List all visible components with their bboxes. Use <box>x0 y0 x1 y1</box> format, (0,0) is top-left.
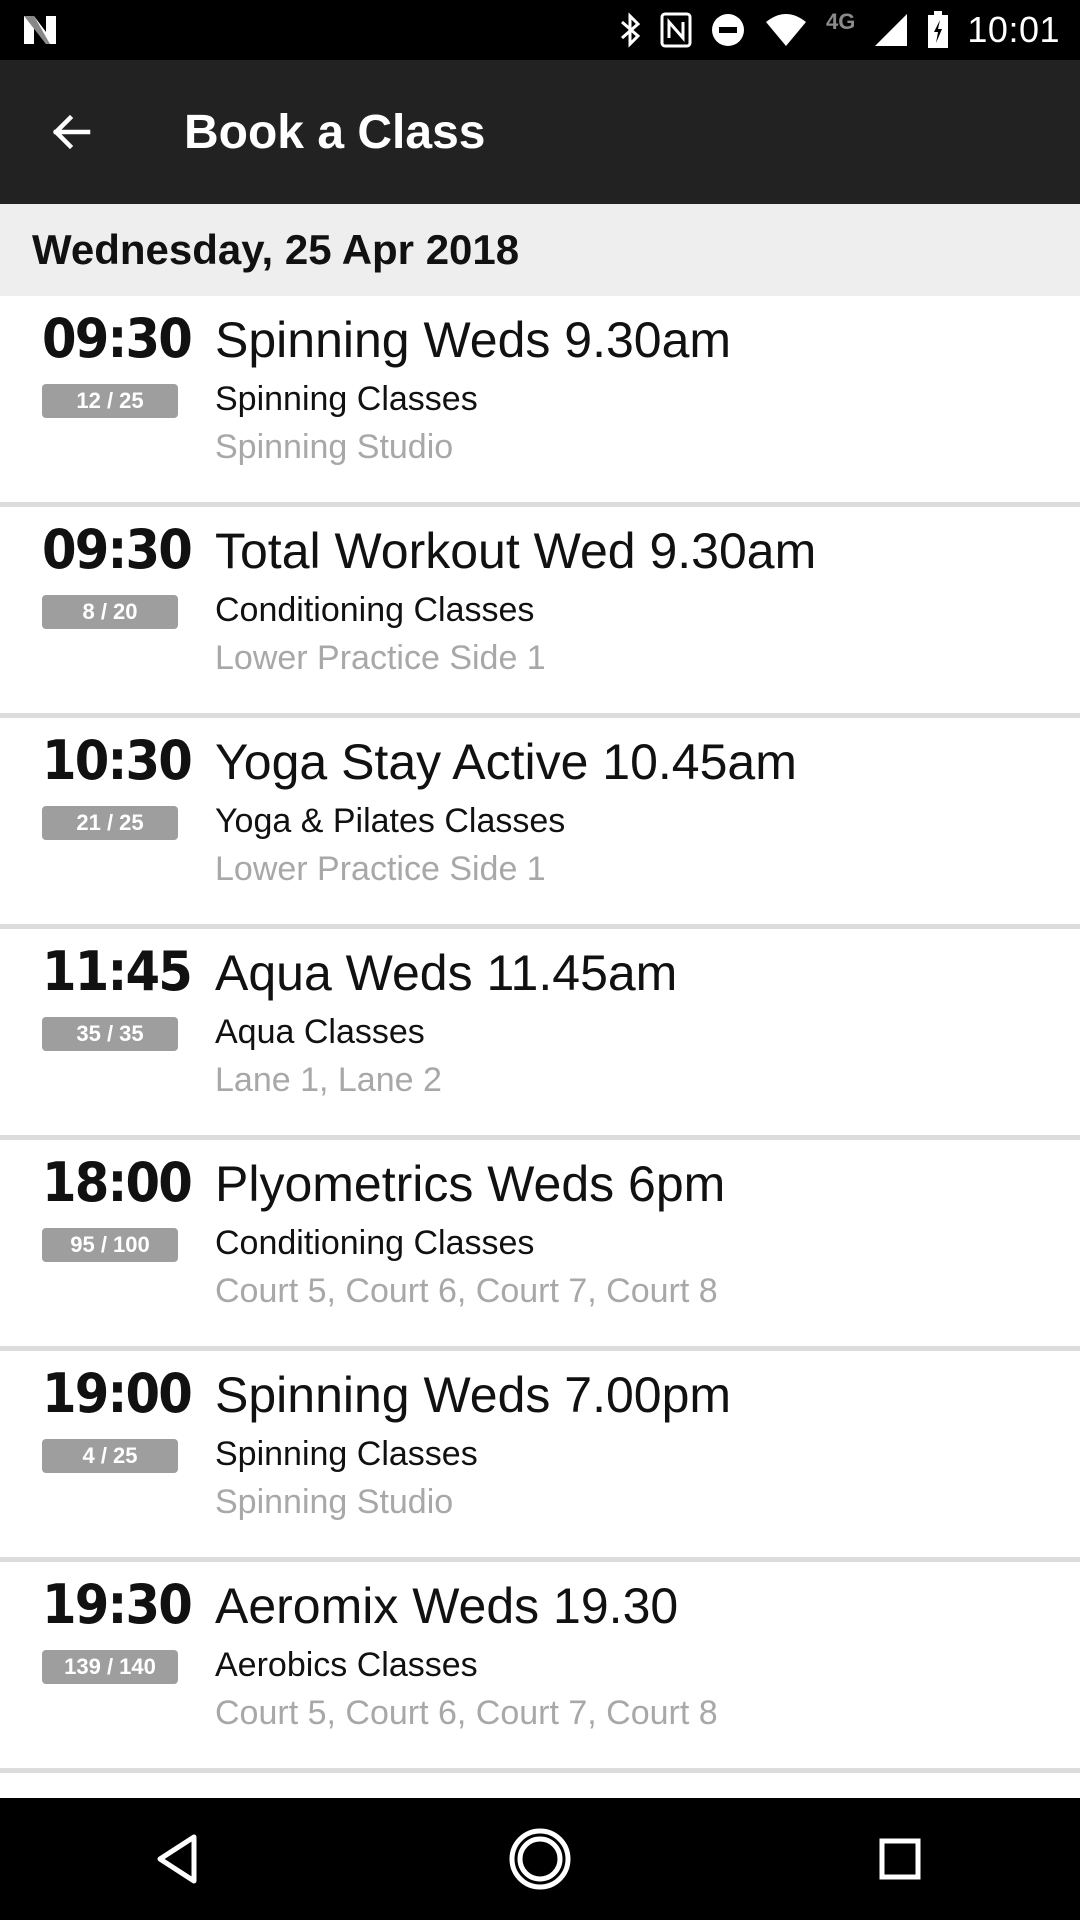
class-list-item[interactable]: 09:30 12 / 25 Spinning Weds 9.30am Spinn… <box>0 296 1080 507</box>
capacity-badge: 21 / 25 <box>42 806 178 840</box>
class-name: Spinning Weds 7.00pm <box>215 1367 732 1423</box>
capacity-badge: 12 / 25 <box>42 384 178 418</box>
class-list-item[interactable]: 19:30 139 / 140 Aeromix Weds 19.30 Aerob… <box>0 1562 1080 1773</box>
recents-square-icon <box>879 1838 921 1880</box>
system-nav-bar <box>0 1798 1080 1920</box>
class-time: 09:30 <box>42 307 193 370</box>
class-location: Lane 1, Lane 2 <box>215 1061 442 1099</box>
bluetooth-icon <box>618 8 642 52</box>
class-name: Aeromix Weds 19.30 <box>215 1578 679 1634</box>
class-time: 11:45 <box>42 940 193 1003</box>
class-time: 09:30 <box>42 518 193 581</box>
class-name: Plyometrics Weds 6pm <box>215 1156 726 1212</box>
class-name: Total Workout Wed 9.30am <box>215 523 817 579</box>
class-name: Aqua Weds 11.45am <box>215 945 678 1001</box>
class-category: Aerobics Classes <box>215 1646 478 1684</box>
home-circle-icon <box>509 1828 571 1890</box>
network-type-label: 4G <box>826 9 856 34</box>
nav-home-button[interactable] <box>480 1799 600 1919</box>
class-location: Lower Practice Side 1 <box>215 850 546 888</box>
nav-back-button[interactable] <box>120 1799 240 1919</box>
capacity-badge: 139 / 140 <box>42 1650 178 1684</box>
class-time: 10:30 <box>42 729 193 792</box>
class-category: Aqua Classes <box>215 1013 425 1051</box>
capacity-badge: 35 / 35 <box>42 1017 178 1051</box>
class-list-item[interactable]: 11:45 35 / 35 Aqua Weds 11.45am Aqua Cla… <box>0 929 1080 1140</box>
class-location: Lower Practice Side 1 <box>215 639 546 677</box>
class-name: Yoga Stay Active 10.45am <box>215 734 797 790</box>
class-name: Spinning Weds 9.30am <box>215 312 732 368</box>
capacity-badge: 8 / 20 <box>42 595 178 629</box>
class-location: Spinning Studio <box>215 1483 454 1521</box>
class-location: Court 5, Court 6, Court 7, Court 8 <box>215 1272 718 1310</box>
date-header: Wednesday, 25 Apr 2018 <box>0 204 1080 296</box>
class-category: Spinning Classes <box>215 1435 478 1473</box>
status-time: 10:01 <box>967 9 1060 50</box>
class-category: Conditioning Classes <box>215 1224 535 1262</box>
class-list-item[interactable]: 10:30 21 / 25 Yoga Stay Active 10.45am Y… <box>0 718 1080 929</box>
class-list-item[interactable]: 18:00 95 / 100 Plyometrics Weds 6pm Cond… <box>0 1140 1080 1351</box>
class-time: 18:00 <box>42 1151 193 1214</box>
n-logo-icon <box>20 8 60 52</box>
app-bar: Book a Class <box>0 60 1080 204</box>
page-title: Book a Class <box>184 105 486 159</box>
nav-recents-button[interactable] <box>840 1799 960 1919</box>
back-button[interactable] <box>0 60 144 204</box>
class-category: Yoga & Pilates Classes <box>215 802 566 840</box>
class-list-item[interactable]: 19:00 4 / 25 Spinning Weds 7.00pm Spinni… <box>0 1351 1080 1562</box>
capacity-badge: 95 / 100 <box>42 1228 178 1262</box>
signal-icon <box>873 8 909 52</box>
class-category: Spinning Classes <box>215 380 478 418</box>
class-list-item[interactable]: 09:30 8 / 20 Total Workout Wed 9.30am Co… <box>0 507 1080 718</box>
back-triangle-icon <box>157 1834 197 1884</box>
arrow-left-icon <box>52 114 91 150</box>
class-category: Conditioning Classes <box>215 591 535 629</box>
class-time: 19:30 <box>42 1573 193 1636</box>
wifi-icon <box>764 8 808 52</box>
class-list[interactable]: 09:30 12 / 25 Spinning Weds 9.30am Spinn… <box>0 296 1080 1798</box>
class-location: Court 5, Court 6, Court 7, Court 8 <box>215 1694 718 1732</box>
capacity-badge: 4 / 25 <box>42 1439 178 1473</box>
battery-icon <box>927 8 949 52</box>
status-bar: 4G 10:01 <box>0 0 1080 60</box>
nfc-icon <box>660 8 692 52</box>
do-not-disturb-icon <box>710 8 746 52</box>
class-location: Spinning Studio <box>215 428 454 466</box>
class-time: 19:00 <box>42 1362 193 1425</box>
